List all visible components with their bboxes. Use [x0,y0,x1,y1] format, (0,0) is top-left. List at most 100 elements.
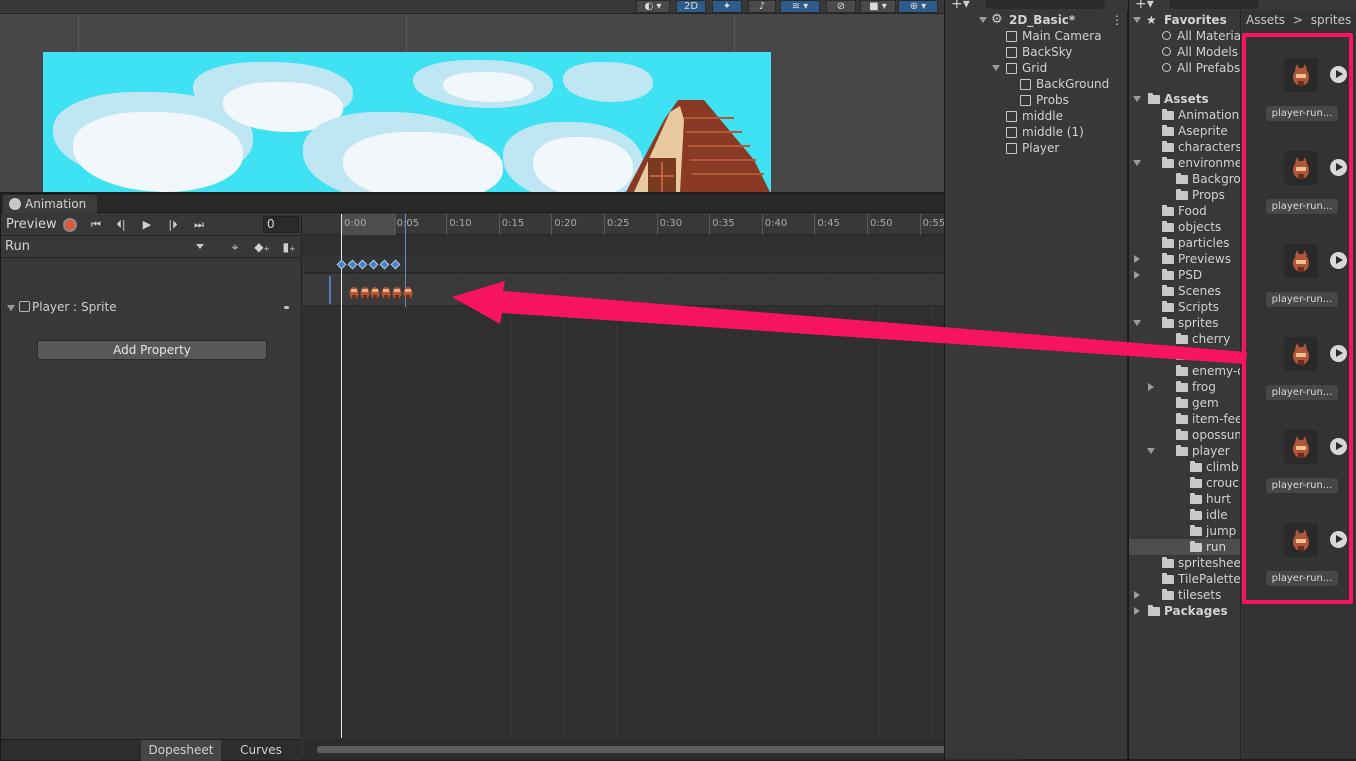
folder-item[interactable]: opossum [1129,427,1240,443]
folder-item[interactable]: particles [1129,235,1240,251]
2d-toggle-button[interactable]: 2D [676,0,706,13]
animation-clip-asset[interactable]: player-run... [1262,244,1347,324]
first-keyframe-icon[interactable]: ⏮ [87,217,105,233]
folder-item[interactable]: gem [1129,395,1240,411]
hierarchy-item[interactable]: BackGround [945,76,1128,92]
playhead[interactable] [341,214,342,738]
expand-arrow-icon[interactable] [1134,607,1140,615]
play-icon[interactable] [1330,252,1347,269]
folder-item[interactable]: idle [1129,507,1240,523]
folder-item[interactable]: TilePalette [1129,571,1240,587]
kebab-menu-icon[interactable]: ⋮ [1111,12,1123,28]
favorite-item[interactable]: All Models [1129,44,1240,60]
packages-header[interactable]: Packages [1129,603,1240,619]
favorites-header[interactable]: ★ Favorites [1129,12,1240,28]
sprite-keyframe[interactable] [370,286,380,300]
tab-curves[interactable]: Curves [222,740,300,761]
expand-arrow-icon[interactable] [1134,271,1140,279]
next-keyframe-icon[interactable]: |⏵︎ [164,217,182,233]
property-options-icon[interactable] [284,306,289,309]
add-event-icon[interactable]: ▮₊ [279,238,299,256]
hierarchy-item[interactable]: Probs [945,92,1128,108]
sprite-keyframe[interactable] [381,286,391,300]
folder-item[interactable]: frog [1129,379,1240,395]
folder-item[interactable]: player [1129,443,1240,459]
folder-item[interactable]: cherry [1129,331,1240,347]
animation-clip-asset[interactable]: player-run... [1262,58,1347,138]
add-icon[interactable]: +▾ [951,0,970,12]
play-icon[interactable] [1330,66,1347,83]
expand-arrow-icon[interactable] [1134,255,1140,263]
project-search-input[interactable] [1169,0,1259,9]
folder-item[interactable]: tilesets [1129,587,1240,603]
time-ruler[interactable]: 0:00 0:05 0:10 0:15 0:20 0:25 0:30 0:35 0:40 0:45… [303,214,1021,235]
expand-arrow-icon[interactable] [1134,591,1140,599]
property-row[interactable]: Player : Sprite [1,299,302,319]
play-icon[interactable] [1330,159,1347,176]
sprite-keyframe[interactable] [360,286,370,300]
filter-by-selection-icon[interactable]: ⌖ [225,238,245,256]
effects-toggle-icon[interactable]: ≋ ▾ [780,0,820,13]
audio-toggle-icon[interactable]: ♪ [748,0,776,13]
folder-item[interactable]: climb [1129,459,1240,475]
folder-item[interactable]: characters [1129,139,1240,155]
folder-item[interactable]: environmer [1129,155,1240,171]
hierarchy-item[interactable]: Player [945,140,1128,156]
breadcrumb-assets[interactable]: Assets [1246,13,1285,27]
scene-view[interactable]: ◐ ▾ 2D ✦ ♪ ≋ ▾ ⊘ ■ ▾ ⊕ ▾ [0,0,944,192]
expand-arrow-icon[interactable] [1148,383,1154,391]
folder-item[interactable]: objects [1129,219,1240,235]
favorite-item[interactable]: All Material [1129,28,1240,44]
folder-item[interactable]: Animation [1129,107,1240,123]
clip-dropdown[interactable]: Run [3,238,207,256]
animation-clip-asset[interactable]: player-run... [1262,337,1347,417]
animation-clip-asset[interactable]: player-run... [1262,523,1347,603]
play-icon[interactable] [1330,438,1347,455]
folder-item[interactable]: Food [1129,203,1240,219]
hierarchy-item[interactable]: Main Camera [945,28,1128,44]
fold-arrow-icon[interactable] [7,305,15,311]
draw-mode-button[interactable]: ◐ ▾ [636,0,670,13]
tab-dopesheet[interactable]: Dopesheet [141,740,221,761]
add-property-button[interactable]: Add Property [37,340,267,360]
horizontal-scrollbar[interactable] [303,739,1021,760]
animation-clip-asset[interactable]: player-run... [1262,151,1347,231]
sprite-keyframe[interactable] [392,286,402,300]
folder-item[interactable]: enemy-d [1129,363,1240,379]
frame-number-field[interactable]: 0 [263,216,299,233]
record-button[interactable] [63,218,77,232]
folder-item[interactable]: hurt [1129,491,1240,507]
folder-item[interactable]: Scripts [1129,299,1240,315]
animation-clip-asset[interactable]: player-run... [1262,430,1347,510]
folder-item[interactable]: Props [1129,187,1240,203]
dopesheet-timeline[interactable]: 0:00 0:05 0:10 0:15 0:20 0:25 0:30 0:35 0:40 0:45… [303,214,1021,760]
folder-item[interactable]: crouch [1129,475,1240,491]
tab-animation[interactable]: Animation [3,195,97,213]
folder-item[interactable]: sprites [1129,315,1240,331]
folder-item[interactable]: Previews [1129,251,1240,267]
play-icon[interactable] [1330,531,1347,548]
play-icon[interactable]: ▶ [138,217,156,233]
folder-item[interactable]: run [1129,539,1240,555]
hierarchy-item[interactable]: Grid [945,60,1128,76]
hierarchy-item[interactable]: middle (1) [945,124,1128,140]
lighting-toggle-icon[interactable]: ✦ [712,0,742,13]
favorite-item[interactable]: All Prefabs [1129,60,1240,76]
camera-settings-icon[interactable]: ■ ▾ [860,0,896,13]
sprite-keyframe[interactable] [403,286,413,300]
fold-arrow-icon[interactable] [1133,160,1141,166]
fold-arrow-icon[interactable] [1147,448,1155,454]
add-keyframe-icon[interactable]: ◆₊ [252,238,272,256]
previous-keyframe-icon[interactable]: ⏴︎| [112,217,130,233]
sprite-keyframe[interactable] [349,286,359,300]
gizmos-toggle-icon[interactable]: ⊕ ▾ [898,0,938,13]
hierarchy-item[interactable]: BackSky [945,44,1128,60]
last-keyframe-icon[interactable]: ⏭ [190,217,208,233]
folder-item[interactable]: PSD [1129,267,1240,283]
hierarchy-search-input[interactable] [985,0,1105,9]
hierarchy-item[interactable]: middle [945,108,1128,124]
folder-item[interactable]: Aseprite [1129,123,1240,139]
folder-item[interactable]: spritesheet [1129,555,1240,571]
folder-item[interactable]: jump [1129,523,1240,539]
scene-root-row[interactable]: ⚙ 2D_Basic* ⋮ [945,12,1128,28]
